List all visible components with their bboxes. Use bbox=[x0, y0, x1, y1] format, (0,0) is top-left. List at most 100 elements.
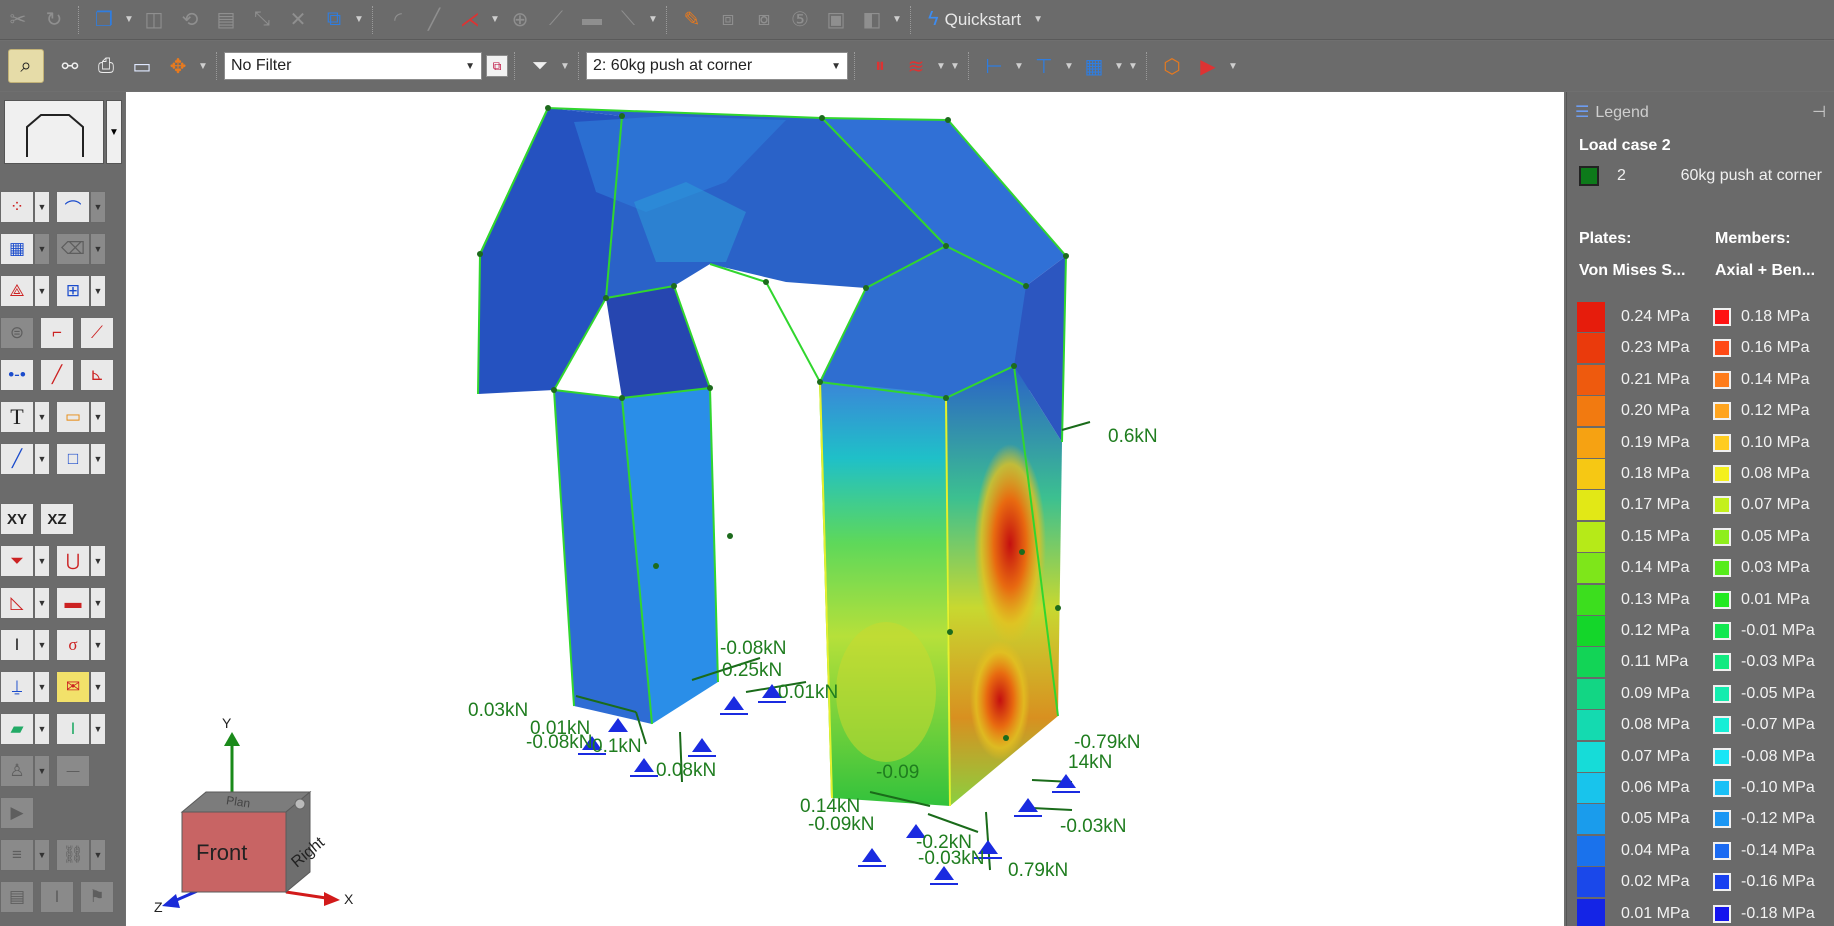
reaction-icon[interactable]: ⍊ bbox=[0, 671, 34, 703]
stack-icon[interactable]: ≡ bbox=[0, 839, 34, 871]
chevron-down-icon[interactable]: ▼ bbox=[558, 49, 572, 83]
chevron-down-icon[interactable]: ▼ bbox=[122, 3, 136, 37]
eraser-icon[interactable]: ⌫ bbox=[56, 233, 90, 265]
wind-load-icon[interactable]: ≋ bbox=[898, 49, 934, 83]
edit-properties-icon[interactable]: ✎ bbox=[674, 3, 710, 37]
chevron-down-icon[interactable]: ▼ bbox=[90, 443, 106, 475]
chevron-down-icon[interactable]: ▼ bbox=[90, 275, 106, 307]
plate-icon[interactable]: ▬ bbox=[574, 3, 610, 37]
pan-icon[interactable]: ✥ bbox=[160, 49, 196, 83]
chevron-down-icon[interactable]: ▼ bbox=[34, 755, 50, 787]
view-cube[interactable]: Y X Z Plan Front Right bbox=[154, 715, 354, 915]
message-icon[interactable]: ✉ bbox=[56, 671, 90, 703]
member-check-icon[interactable]: I bbox=[56, 713, 90, 745]
extrude-icon[interactable]: ▤ bbox=[208, 3, 244, 37]
chevron-down-icon[interactable]: ▼ bbox=[34, 191, 50, 223]
dimension-icon[interactable]: ⊾ bbox=[80, 359, 114, 391]
view-xy-button[interactable]: XY bbox=[0, 503, 34, 535]
chevron-down-icon[interactable]: ▼ bbox=[646, 3, 660, 37]
loadcase-select[interactable]: 2: 60kg push at corner ▼ bbox=[586, 52, 848, 80]
binoculars-icon[interactable]: ⚯ bbox=[52, 49, 88, 83]
pause-icon[interactable]: ⏸ bbox=[862, 49, 898, 83]
chevron-down-icon[interactable]: ▼ bbox=[34, 587, 50, 619]
chevron-down-icon[interactable]: ▼ bbox=[890, 3, 904, 37]
section-i-icon[interactable]: I bbox=[40, 881, 74, 913]
chevron-down-icon[interactable]: ▼ bbox=[34, 545, 50, 577]
pin-support-icon[interactable]: ⊜ bbox=[0, 317, 34, 349]
chevron-down-icon[interactable]: ▼ bbox=[34, 629, 50, 661]
play-icon[interactable]: ▶ bbox=[0, 797, 34, 829]
node-member-icon[interactable]: •-• bbox=[0, 359, 34, 391]
copy-icon[interactable]: ❐ bbox=[86, 3, 122, 37]
chevron-down-icon[interactable]: ▼ bbox=[352, 3, 366, 37]
line-icon[interactable]: ╱ bbox=[416, 3, 452, 37]
cube-home-icon[interactable] bbox=[294, 798, 306, 810]
chevron-down-icon[interactable]: ▼ bbox=[34, 401, 50, 433]
text-tool-button[interactable]: T bbox=[0, 401, 34, 433]
plate-grid-icon[interactable]: ▦ bbox=[0, 233, 34, 265]
flat-icon[interactable]: ⏤ bbox=[56, 755, 90, 787]
node-merge-icon[interactable]: ⊕ bbox=[502, 3, 538, 37]
mirror-icon[interactable]: ◫ bbox=[136, 3, 172, 37]
chevron-down-icon[interactable]: ▼ bbox=[196, 49, 210, 83]
person-icon[interactable]: ♙ bbox=[0, 755, 34, 787]
camera-icon[interactable]: ⎙ bbox=[88, 49, 124, 83]
stress-icon[interactable]: σ bbox=[56, 629, 90, 661]
draw-line-icon[interactable]: ╱ bbox=[0, 443, 34, 475]
arc-icon[interactable]: ◜ bbox=[380, 3, 416, 37]
nodes-icon[interactable]: ⁘ bbox=[0, 191, 34, 223]
axis-icon[interactable]: ⋌ bbox=[452, 3, 488, 37]
cut-icon[interactable]: ✂ bbox=[0, 3, 36, 37]
offset-icon[interactable]: ⟍ bbox=[610, 3, 646, 37]
link-icon[interactable]: ⟋ bbox=[80, 317, 114, 349]
filter-options-icon[interactable]: ⧉ bbox=[486, 55, 508, 77]
member-shape-preview[interactable] bbox=[4, 100, 104, 164]
chevron-down-icon[interactable]: ▼ bbox=[34, 671, 50, 703]
chevron-down-icon[interactable]: ▼ bbox=[34, 233, 50, 265]
chevron-down-icon[interactable]: ▼ bbox=[34, 443, 50, 475]
deflection-icon[interactable]: ⋃ bbox=[56, 545, 90, 577]
redo-icon[interactable]: ↻ bbox=[36, 3, 72, 37]
chevron-down-icon[interactable]: ▼ bbox=[948, 49, 962, 83]
ruler-icon[interactable]: ▭ bbox=[124, 49, 160, 83]
group-icon[interactable]: ⧈ bbox=[710, 3, 746, 37]
ruler-tool-icon[interactable]: ▭ bbox=[56, 401, 90, 433]
chevron-down-icon[interactable]: ▼ bbox=[90, 233, 106, 265]
intersect-icon[interactable]: ✕ bbox=[280, 3, 316, 37]
chevron-down-icon[interactable]: ▼ bbox=[90, 545, 106, 577]
zoom-icon[interactable]: ⌕ bbox=[8, 49, 44, 83]
pin-icon[interactable]: ⊣ bbox=[1812, 102, 1826, 122]
chevron-down-icon[interactable]: ▼ bbox=[1012, 49, 1026, 83]
flag-icon[interactable]: ⚑ bbox=[80, 881, 114, 913]
renumber-icon[interactable]: ⑤ bbox=[782, 3, 818, 37]
draw-rect-icon[interactable]: □ bbox=[56, 443, 90, 475]
chevron-down-icon[interactable]: ▼ bbox=[1126, 49, 1140, 83]
chevron-down-icon[interactable]: ▼ bbox=[1031, 3, 1045, 37]
ungroup-icon[interactable]: ⧇ bbox=[746, 3, 782, 37]
chevron-down-icon[interactable]: ▼ bbox=[34, 713, 50, 745]
chevron-down-icon[interactable]: ▼ bbox=[106, 100, 122, 164]
chevron-down-icon[interactable]: ▼ bbox=[34, 839, 50, 871]
chevron-down-icon[interactable]: ▼ bbox=[90, 191, 106, 223]
image-icon[interactable]: ▣ bbox=[818, 3, 854, 37]
plate-display-icon[interactable]: ▦ bbox=[1076, 49, 1112, 83]
shear-diagram-icon[interactable]: ▬ bbox=[56, 587, 90, 619]
animation-icon[interactable]: ▶ bbox=[1190, 49, 1226, 83]
chevron-down-icon[interactable]: ▼ bbox=[90, 587, 106, 619]
3d-viewport[interactable]: 0.6kN 0.03kN -0.08kN 0.25kN 0.01kN 0.08k… bbox=[126, 92, 1564, 926]
results-icon[interactable]: ⬡ bbox=[1154, 49, 1190, 83]
distributed-load-icon[interactable]: ⏷ bbox=[0, 545, 34, 577]
align-icon[interactable]: ◧ bbox=[854, 3, 890, 37]
chevron-down-icon[interactable]: ▼ bbox=[90, 401, 106, 433]
chevron-down-icon[interactable]: ▼ bbox=[488, 3, 502, 37]
view-xz-button[interactable]: XZ bbox=[40, 503, 74, 535]
section-icon[interactable]: I bbox=[0, 629, 34, 661]
chevron-down-icon[interactable]: ▼ bbox=[90, 713, 106, 745]
scale-icon[interactable]: ⤡ bbox=[244, 3, 280, 37]
moment-diagram-icon[interactable]: ◺ bbox=[0, 587, 34, 619]
chevron-down-icon[interactable]: ▼ bbox=[34, 275, 50, 307]
chevron-down-icon[interactable]: ▼ bbox=[90, 671, 106, 703]
rotate-icon[interactable]: ⟲ bbox=[172, 3, 208, 37]
member-display-icon[interactable]: ⊢ bbox=[976, 49, 1012, 83]
layers-icon[interactable]: ▤ bbox=[0, 881, 34, 913]
